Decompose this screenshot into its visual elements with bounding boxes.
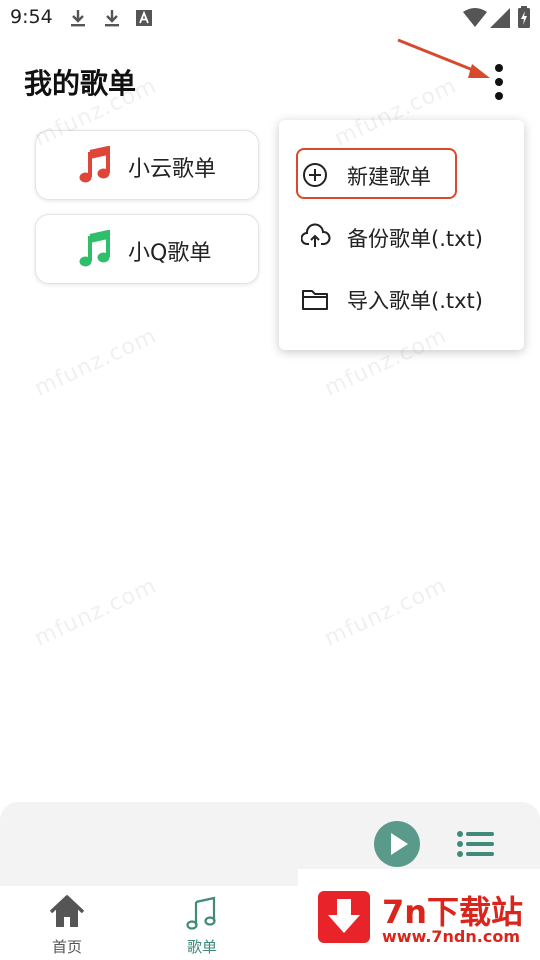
download-logo-icon [318, 891, 370, 943]
menu-item-backup-playlist[interactable]: 备份歌单(.txt) [279, 211, 524, 263]
highlight-box [296, 148, 457, 199]
folder-icon [302, 290, 328, 310]
playlist-card-xiaoyun[interactable]: 小云歌单 [35, 130, 259, 200]
watermark: mfunz.com [320, 573, 451, 652]
queue-list-icon [457, 831, 494, 857]
music-note-icon [79, 230, 110, 267]
nav-label: 歌单 [186, 938, 217, 956]
music-note-icon [79, 146, 110, 183]
nav-item-home[interactable]: 首页 [17, 886, 117, 960]
menu-label: 备份歌单(.txt) [347, 227, 483, 251]
queue-button[interactable] [456, 828, 496, 860]
menu-label: 导入歌单(.txt) [347, 289, 483, 313]
music-note-icon [186, 896, 216, 930]
playlist-label: 小Q歌单 [128, 241, 212, 266]
site-url: www.7ndn.com [382, 927, 520, 946]
cloud-upload-icon [301, 223, 331, 247]
menu-item-import-playlist[interactable]: 导入歌单(.txt) [279, 273, 524, 325]
annotation-arrow [397, 38, 490, 78]
watermark: mfunz.com [30, 573, 161, 652]
play-button[interactable] [374, 821, 420, 867]
nav-item-playlists[interactable]: 歌单 [152, 886, 252, 960]
site-badge: 7n下载站 www.7ndn.com [298, 869, 540, 960]
home-icon [49, 895, 85, 927]
download-arrow-icon [328, 899, 360, 933]
playlist-label: 小云歌单 [128, 157, 217, 182]
playlist-card-xiaoq[interactable]: 小Q歌单 [35, 214, 259, 284]
nav-label: 首页 [51, 938, 82, 956]
play-icon [391, 833, 408, 855]
watermark: mfunz.com [30, 323, 161, 402]
